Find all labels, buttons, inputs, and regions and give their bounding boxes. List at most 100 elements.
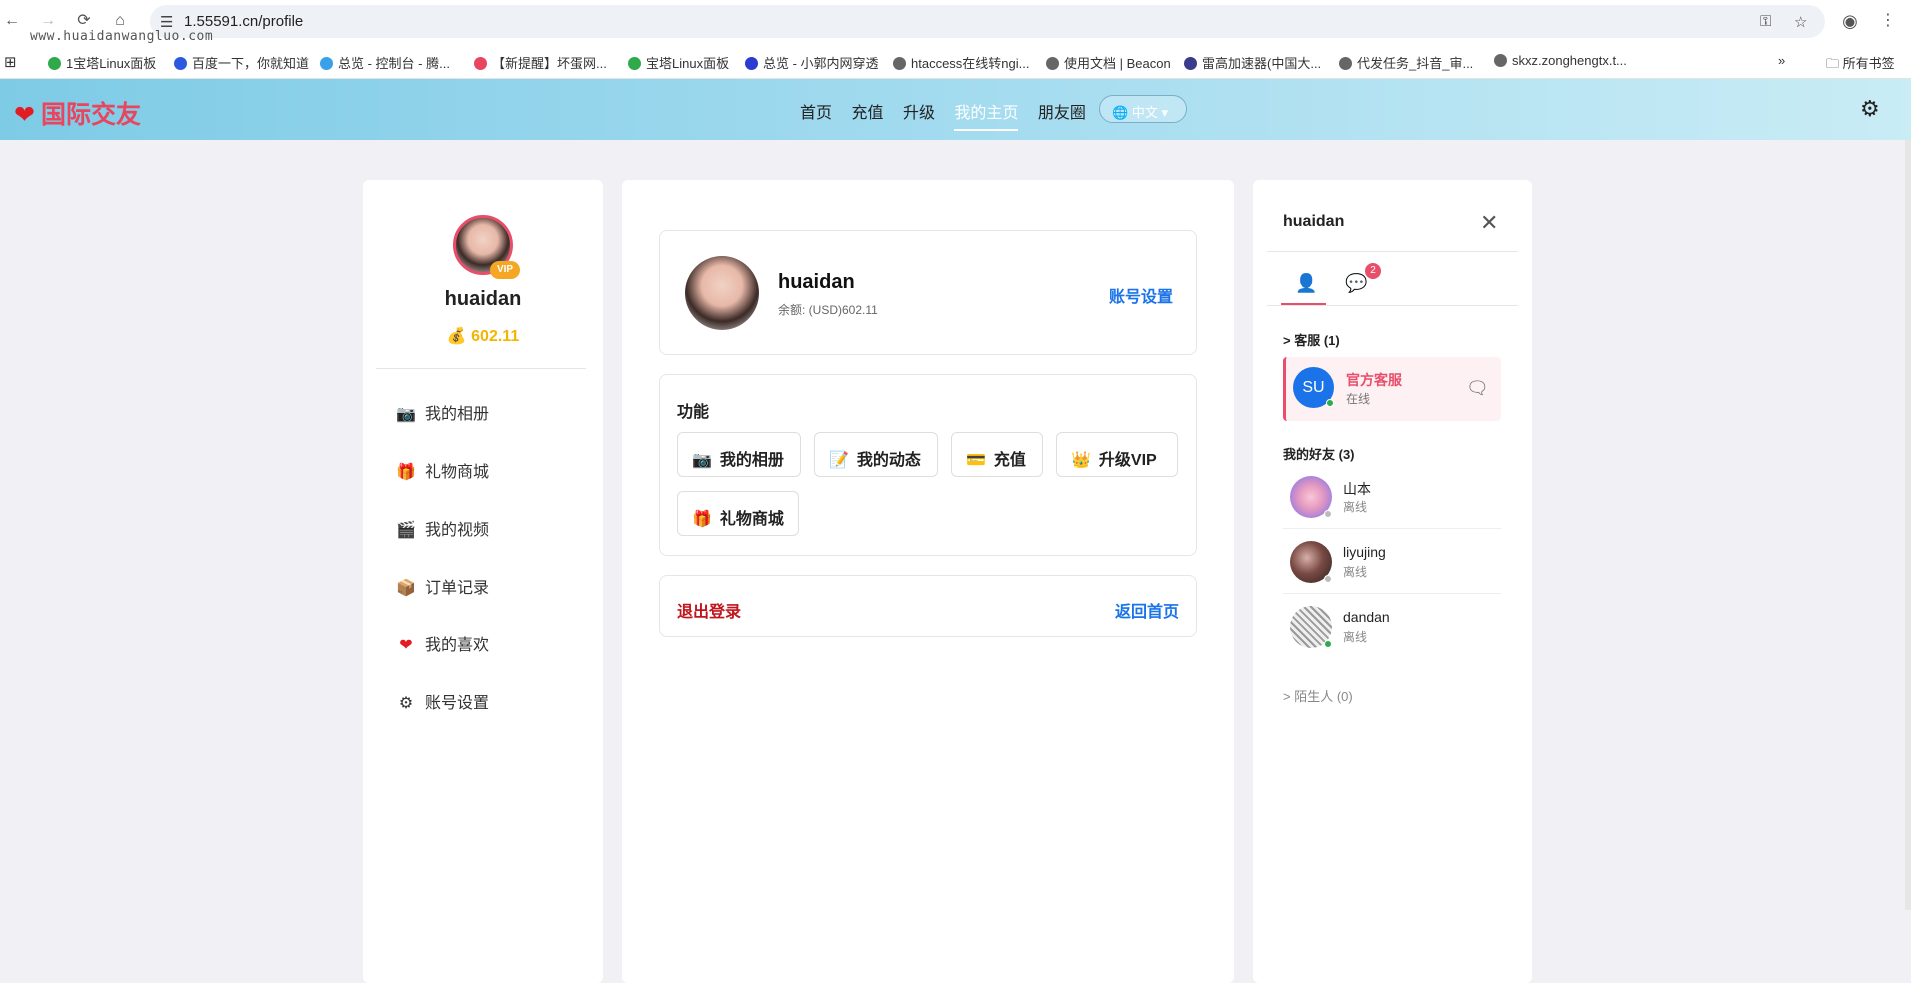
bookmark-item[interactable]: 宝塔Linux面板 <box>628 53 729 72</box>
divider <box>1267 251 1518 252</box>
moments-button[interactable]: 📝 我的动态 <box>814 432 938 477</box>
bookmark-item[interactable]: 总览 - 控制台 - 腾... <box>320 53 450 72</box>
reload-icon[interactable]: ⟳ <box>74 11 94 31</box>
coin-icon: 💰 <box>446 328 467 345</box>
friend-status: 离线 <box>1343 565 1368 579</box>
sidebar-item-videos[interactable]: 🎬 我的视频 <box>395 516 489 540</box>
sidebar-item-gift-shop[interactable]: 🎁 礼物商城 <box>395 458 489 482</box>
tab-contacts[interactable]: 👤 <box>1284 273 1329 303</box>
service-section-toggle[interactable]: > 客服 (1) <box>1283 330 1340 349</box>
logout-button[interactable]: 退出登录 <box>677 598 741 622</box>
language-select[interactable]: 🌐 中文 ▾ <box>1099 95 1187 123</box>
message-icon[interactable]: 🗨 <box>1466 378 1489 399</box>
profile-summary: huaidan 余额: (USD)602.11 账号设置 <box>659 230 1197 355</box>
clapper-icon: 🎬 <box>396 522 416 539</box>
crown-icon: 👑 <box>1071 452 1091 469</box>
features-panel: 功能 📷 我的相册 📝 我的动态 💳 充值 👑 升级VIP 🎁 礼物商城 <box>659 374 1197 556</box>
offline-status-dot <box>1324 510 1332 518</box>
box-icon: 📦 <box>396 580 416 597</box>
heart-logo-icon: ❤ <box>14 101 35 129</box>
sidebar-item-orders[interactable]: 📦 订单记录 <box>395 574 489 598</box>
bookmark-item[interactable]: 总览 - 小郭内网穿透 <box>745 53 879 72</box>
bookmark-item[interactable]: htaccess在线转ngi... <box>893 53 1030 72</box>
gift-shop-button[interactable]: 🎁 礼物商城 <box>677 491 799 536</box>
key-icon[interactable]: ⚿ <box>1760 13 1771 30</box>
back-home-link[interactable]: 返回首页 <box>1115 598 1179 622</box>
nav-upgrade[interactable]: 升级 <box>903 99 935 123</box>
avatar[interactable] <box>685 256 759 330</box>
coin-balance: 💰 602.11 <box>446 328 520 345</box>
bookmark-item[interactable]: 代发任务_抖音_审... <box>1339 53 1473 72</box>
friend-item[interactable]: dandan 离线 <box>1283 595 1501 659</box>
divider <box>1267 305 1518 306</box>
bookmark-item[interactable]: 1宝塔Linux面板 <box>48 53 156 72</box>
home-icon[interactable]: ⌂ <box>110 11 130 31</box>
bookmark-item[interactable]: 雷高加速器(中国大... <box>1184 53 1321 72</box>
watermark: www.huaidanwangluo.com <box>30 29 214 44</box>
service-contact[interactable]: SU 官方客服 在线 🗨 <box>1283 357 1501 421</box>
nav-home[interactable]: 首页 <box>800 99 832 123</box>
recharge-button[interactable]: 💳 充值 <box>951 432 1043 477</box>
more-bookmarks-icon[interactable]: » <box>1778 53 1785 68</box>
album-button[interactable]: 📷 我的相册 <box>677 432 801 477</box>
friend-name: liyujing <box>1343 544 1386 560</box>
bookmark-item[interactable]: 百度一下，你就知道 <box>174 53 309 72</box>
tab-messages[interactable]: 💬 <box>1345 273 1367 294</box>
bookmark-item[interactable]: skxz.zonghengtx.t... <box>1494 53 1627 68</box>
folder-icon: 🗀 <box>1826 56 1843 71</box>
contact-status: 在线 <box>1346 392 1371 406</box>
friends-section-label: 我的好友 (3) <box>1283 447 1355 462</box>
nav-my-profile[interactable]: 我的主页 <box>954 99 1019 131</box>
sidebar-item-album[interactable]: 📷 我的相册 <box>395 400 489 424</box>
profile-main: huaidan 余额: (USD)602.11 账号设置 功能 📷 我的相册 📝 我… <box>622 180 1234 983</box>
gear-icon[interactable]: ⚙ <box>1860 96 1880 122</box>
unread-badge: 2 <box>1365 263 1381 279</box>
bookmark-item[interactable]: 使用文档 | Beacon <box>1046 53 1171 72</box>
back-icon[interactable]: ← <box>2 11 22 31</box>
account-settings-link[interactable]: 账号设置 <box>1109 283 1173 307</box>
close-icon[interactable]: ✕ <box>1480 210 1498 236</box>
friend-name: dandan <box>1343 609 1390 625</box>
star-icon[interactable]: ☆ <box>1794 13 1807 31</box>
globe-icon: 🌐 <box>1112 105 1129 120</box>
online-status-dot <box>1324 640 1332 648</box>
vip-badge: VIP <box>490 261 520 279</box>
main-nav: 首页 充值 升级 我的主页 朋友圈 <box>800 99 1101 131</box>
friend-item[interactable]: 山本 离线 <box>1283 465 1501 529</box>
apps-icon[interactable]: ⊞ <box>4 53 17 71</box>
nav-moments[interactable]: 朋友圈 <box>1038 99 1086 123</box>
bookmark-item[interactable]: 【新提醒】坏蛋网... <box>474 53 607 72</box>
memo-icon: 📝 <box>829 452 849 469</box>
chat-icon: 💬 <box>1345 273 1368 293</box>
site-logo[interactable]: ❤ 国际交友 <box>14 95 141 131</box>
scrollbar[interactable] <box>1905 140 1911 910</box>
menu-icon[interactable]: ⋮ <box>1878 11 1898 31</box>
sidebar-username: huaidan <box>444 288 522 310</box>
address-bar[interactable]: ☰ 1.55591.cn/profile ⚿ ☆ <box>150 5 1825 38</box>
friend-item[interactable]: liyujing 离线 <box>1283 530 1501 594</box>
online-status-dot <box>1326 399 1334 407</box>
chevron-down-icon: ▾ <box>1161 105 1168 120</box>
bookmarks-bar: ⊞ 1宝塔Linux面板 百度一下，你就知道 总览 - 控制台 - 腾... 【… <box>0 43 1911 79</box>
left-sidebar: VIP huaidan 💰 602.11 📷 我的相册 🎁 礼物商城 🎬 我的视频 📦… <box>363 180 603 983</box>
sidebar-item-likes[interactable]: ❤ 我的喜欢 <box>395 631 489 655</box>
friend-name: 山本 <box>1343 481 1371 497</box>
profile-icon[interactable]: ◉ <box>1840 11 1860 31</box>
balance-text: 余额: (USD)602.11 <box>778 303 878 317</box>
all-bookmarks[interactable]: 🗀 所有书签 <box>1826 53 1895 77</box>
gift-icon: 🎁 <box>692 511 712 528</box>
chat-panel: huaidan ✕ 👤 💬 2 > 客服 (1) SU 官方客服 在线 🗨 我的… <box>1253 180 1532 983</box>
profile-username: huaidan <box>778 271 855 293</box>
gift-icon: 🎁 <box>396 464 416 481</box>
logout-panel: 退出登录 返回首页 <box>659 575 1197 637</box>
contact-name: 官方客服 <box>1346 372 1402 388</box>
url-text[interactable]: 1.55591.cn/profile <box>184 13 303 30</box>
nav-recharge[interactable]: 充值 <box>851 99 883 123</box>
friend-status: 离线 <box>1343 630 1368 644</box>
strangers-section-toggle[interactable]: > 陌生人 (0) <box>1283 686 1353 705</box>
gear-icon: ⚙ <box>398 695 414 712</box>
sidebar-item-settings[interactable]: ⚙ 账号设置 <box>395 689 489 713</box>
upgrade-vip-button[interactable]: 👑 升级VIP <box>1056 432 1178 477</box>
forward-icon[interactable]: → <box>38 11 58 31</box>
site-header: ❤ 国际交友 首页 充值 升级 我的主页 朋友圈 🌐 中文 ▾ ⚙ <box>0 79 1911 140</box>
